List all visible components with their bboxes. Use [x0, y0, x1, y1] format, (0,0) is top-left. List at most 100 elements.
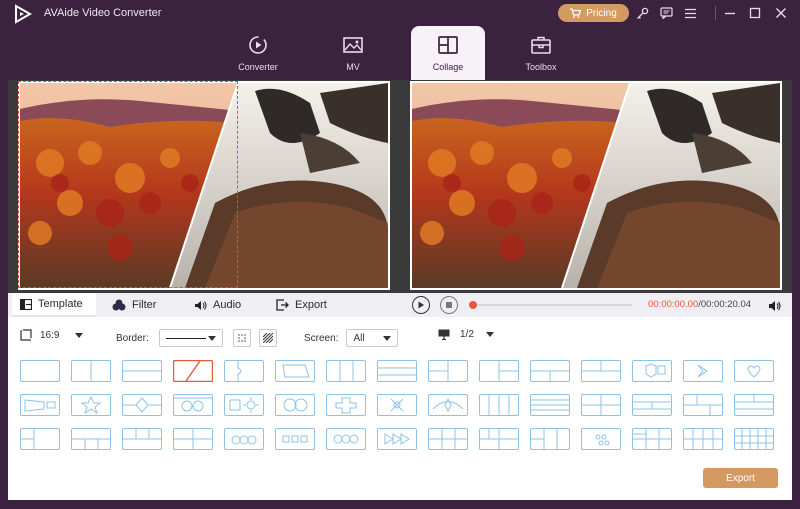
template-layout-9[interactable] [428, 360, 468, 382]
template-layout-34[interactable] [173, 428, 213, 450]
template-layout-26[interactable] [530, 394, 570, 416]
nav-tab-label: Collage [432, 62, 464, 72]
template-layout-38[interactable] [377, 428, 417, 450]
template-layout-22[interactable] [326, 394, 366, 416]
pricing-label: Pricing [586, 7, 617, 19]
tab-filter[interactable]: Filter [104, 293, 164, 317]
tab-audio[interactable]: Audio [186, 293, 249, 317]
key-icon[interactable] [634, 5, 650, 21]
template-layout-27[interactable] [581, 394, 621, 416]
template-layout-18[interactable] [122, 394, 162, 416]
screen-select[interactable]: All [346, 329, 399, 347]
tab-label: Export [295, 299, 327, 311]
template-layout-24[interactable] [428, 394, 468, 416]
template-layout-40[interactable] [479, 428, 519, 450]
player-bar: 00:00:00.00/00:00:20.04 [400, 293, 792, 317]
nav-tab-toolbox[interactable]: Toolbox [504, 26, 578, 80]
template-layout-20[interactable] [224, 394, 264, 416]
hatch-icon [262, 333, 273, 343]
template-layout-13[interactable] [632, 360, 672, 382]
nav-tab-label: Converter [238, 62, 278, 72]
template-layout-43[interactable] [632, 428, 672, 450]
line-style-icon [165, 337, 206, 339]
template-layout-25[interactable] [479, 394, 519, 416]
template-layout-36[interactable] [275, 428, 315, 450]
minimize-icon[interactable] [722, 5, 738, 21]
pricing-button[interactable]: Pricing [558, 4, 629, 22]
template-layout-7[interactable] [326, 360, 366, 382]
template-layout-14[interactable] [683, 360, 723, 382]
template-layout-15[interactable] [734, 360, 774, 382]
template-layout-11[interactable] [530, 360, 570, 382]
template-layout-37[interactable] [326, 428, 366, 450]
template-layout-6[interactable] [275, 360, 315, 382]
nav-tab-mv[interactable]: MV [316, 26, 390, 80]
progress-handle[interactable] [469, 301, 477, 309]
title-bar: AVAide Video Converter Pricing [0, 0, 800, 28]
template-layout-16[interactable] [20, 394, 60, 416]
border-pattern-button[interactable] [258, 329, 277, 347]
template-layout-21[interactable] [275, 394, 315, 416]
cart-icon [570, 8, 582, 18]
template-layout-39[interactable] [428, 428, 468, 450]
template-layout-41[interactable] [530, 428, 570, 450]
play-icon [418, 301, 424, 309]
template-layout-8[interactable] [377, 360, 417, 382]
screen-value: All [353, 332, 365, 344]
template-icon [20, 298, 32, 310]
nav-tab-converter[interactable]: Converter [221, 26, 295, 80]
menu-icon[interactable] [682, 5, 698, 21]
template-layout-28[interactable] [632, 394, 672, 416]
template-layout-44[interactable] [683, 428, 723, 450]
chat-icon[interactable] [658, 5, 674, 21]
template-layout-12[interactable] [581, 360, 621, 382]
template-layout-30[interactable] [734, 394, 774, 416]
tab-export[interactable]: Export [268, 293, 335, 317]
output-collage-image [412, 83, 780, 288]
template-layout-1[interactable] [20, 360, 60, 382]
border-style-select[interactable] [158, 329, 223, 347]
nav-tab-label: Toolbox [525, 62, 557, 72]
play-button[interactable] [412, 296, 430, 314]
caret-down-icon [383, 335, 392, 341]
stop-button[interactable] [440, 296, 458, 314]
page-select[interactable]: 1/2 [438, 329, 494, 340]
template-layout-3[interactable] [122, 360, 162, 382]
border-label: Border: [116, 332, 149, 344]
aspect-ratio-select[interactable]: 16:9 [20, 329, 84, 341]
close-icon[interactable] [773, 5, 789, 21]
nav-tab-collage[interactable]: Collage [411, 26, 485, 80]
template-layout-23[interactable] [377, 394, 417, 416]
maximize-icon[interactable] [747, 5, 763, 21]
template-layout-42[interactable] [581, 428, 621, 450]
volume-icon[interactable] [768, 299, 782, 317]
template-layout-35[interactable] [224, 428, 264, 450]
export-icon [276, 299, 289, 311]
progress-track[interactable] [472, 304, 632, 306]
template-layout-2[interactable] [71, 360, 111, 382]
template-layout-19[interactable] [173, 394, 213, 416]
dotted-grid-icon [237, 334, 246, 342]
caret-down-icon [75, 332, 84, 338]
caret-down-icon [485, 332, 494, 337]
template-layout-5[interactable] [224, 360, 264, 382]
template-layout-33[interactable] [122, 428, 162, 450]
screen-label: Screen: [304, 332, 339, 344]
aspect-value: 16:9 [40, 329, 60, 341]
app-logo-icon [15, 4, 32, 24]
collage-frame[interactable] [18, 81, 390, 290]
template-layout-17[interactable] [71, 394, 111, 416]
template-layout-32[interactable] [71, 428, 111, 450]
audio-icon [195, 300, 207, 310]
edit-preview[interactable] [8, 80, 400, 293]
border-color-button[interactable] [232, 329, 251, 347]
template-layout-45[interactable] [734, 428, 774, 450]
template-layout-31[interactable] [20, 428, 60, 450]
collage-image [20, 83, 388, 288]
current-time: 00:00:00.00 [648, 299, 699, 310]
template-layout-4[interactable] [173, 360, 213, 382]
export-button[interactable]: Export [703, 468, 778, 488]
template-layout-10[interactable] [479, 360, 519, 382]
template-layout-29[interactable] [683, 394, 723, 416]
tab-template[interactable]: Template [12, 293, 96, 317]
